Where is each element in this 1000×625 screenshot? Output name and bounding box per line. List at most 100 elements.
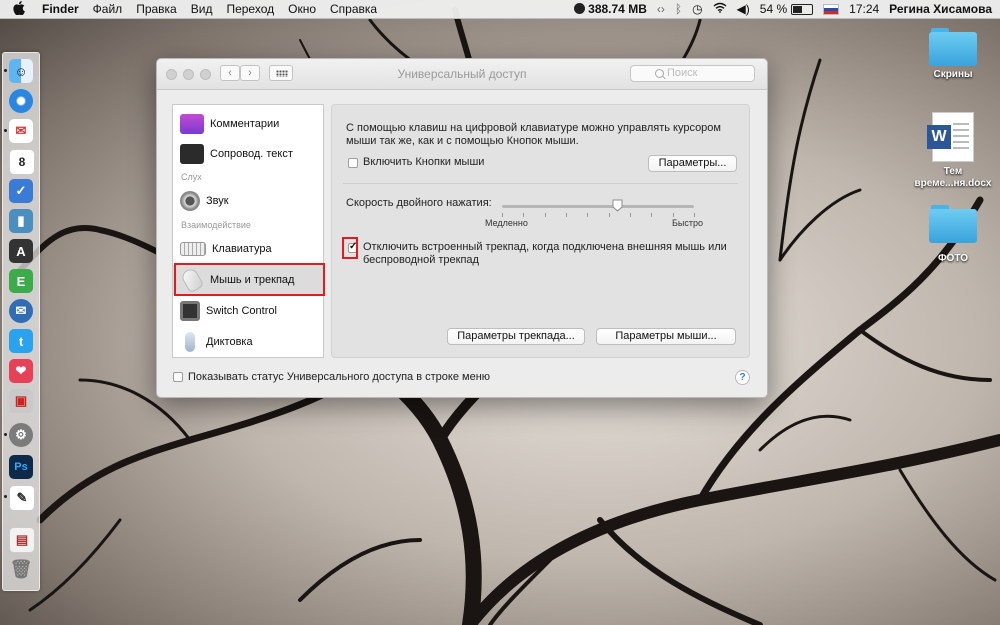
reminders-icon[interactable]: ✓ (9, 179, 33, 203)
mouse-keys-checkbox[interactable] (348, 158, 358, 168)
switch-control-icon (180, 301, 200, 321)
sidebar-item-keyboard[interactable]: Клавиатура (173, 234, 323, 264)
pages-icon[interactable]: ▤ (9, 527, 35, 553)
status-in-menu-bar-label: Показывать статус Универсального доступа… (188, 371, 491, 383)
calendar-icon[interactable]: 8 (9, 149, 35, 175)
preview-icon[interactable]: ▣ (9, 389, 33, 413)
battery-percent[interactable]: 54 % (760, 2, 787, 16)
slider-tick (694, 213, 695, 217)
accessibility-preferences-window: ‹ › Универсальный доступ Поиск Комментар… (156, 58, 768, 398)
desktop-word-document[interactable]: W Тем време...ня.docx (908, 112, 998, 190)
slider-tick (523, 213, 524, 217)
apple-icon[interactable] (13, 0, 27, 18)
menu-help[interactable]: Справка (330, 2, 377, 16)
trash-icon[interactable]: 🗑 (9, 557, 33, 581)
menu-window[interactable]: Окно (288, 2, 316, 16)
slider-min-label: Медленно (485, 218, 528, 228)
sidebar-item-comments[interactable]: Комментарии (173, 109, 323, 139)
trackpad-options-button[interactable]: Параметры трекпада... (447, 328, 585, 345)
ignore-builtin-trackpad-label: Отключить встроенный трекпад, когда подк… (363, 241, 727, 266)
sidebar-group-hearing: Слух (181, 172, 202, 182)
folder-icon (929, 28, 977, 66)
system-preferences-icon[interactable]: ⚙ (9, 423, 33, 447)
highlight-trackpad-checkbox (342, 237, 358, 259)
input-source-flag-icon[interactable] (823, 3, 840, 15)
memory-clean-icon (574, 3, 586, 14)
window-titlebar[interactable]: ‹ › Универсальный доступ Поиск (157, 59, 767, 90)
mail-icon[interactable]: ✉ (9, 119, 33, 143)
mouse-keys-description: С помощью клавиш на цифровой клавиатуре … (346, 122, 721, 147)
twitter-icon[interactable]: t (9, 329, 33, 353)
slider-tick (545, 213, 546, 217)
pocket-icon[interactable]: ❤ (9, 359, 33, 383)
code-brackets-icon[interactable]: ‹› (657, 2, 665, 16)
comments-icon (180, 114, 204, 134)
word-document-icon: W (927, 112, 974, 162)
sidebar-item-label: Комментарии (210, 118, 280, 130)
sidebar-group-interaction: Взаимодействие (181, 220, 251, 230)
status-area: 388.74 MB ‹› ᛒ ◷ ◀) 54 % 17:24 Регина Хи… (564, 0, 992, 18)
slider-tick (630, 213, 631, 217)
running-indicator (4, 129, 7, 132)
captions-icon (180, 144, 204, 164)
slider-tick (673, 213, 674, 217)
mouse-options-button[interactable]: Параметры мыши... (596, 328, 736, 345)
slider-max-label: Быстро (672, 218, 704, 228)
menu-finder[interactable]: Finder (42, 2, 79, 16)
sidebar-item-label: Сопровод. текст (210, 148, 293, 160)
slider-tick (566, 213, 567, 217)
microphone-icon (185, 332, 195, 352)
thunderbird-icon[interactable]: ✉ (9, 299, 33, 323)
sidebar: Комментарии Сопровод. текст Слух Звук Вз… (172, 104, 324, 358)
dock: ☺ ✉ 8 ✓ ▮ A E ✉ t ❤ ▣ ⚙ Ps ✎ ▤ 🗑 (2, 52, 40, 591)
speaker-icon (180, 191, 200, 211)
running-indicator (4, 433, 7, 436)
slider-tick (502, 213, 503, 217)
mouse-keys-label: Включить Кнопки мыши (363, 156, 485, 168)
mouse-trackpad-pane: С помощью клавиш на цифровой клавиатуре … (331, 104, 750, 358)
sidebar-item-label: Звук (206, 195, 229, 207)
double-click-speed-slider[interactable] (502, 205, 694, 208)
sidebar-item-switch-control[interactable]: Switch Control (173, 296, 323, 326)
slider-thumb[interactable] (612, 199, 623, 212)
help-button[interactable]: ? (735, 370, 750, 385)
search-placeholder: Поиск (667, 67, 698, 79)
double-click-speed-label: Скорость двойного нажатия: (346, 197, 492, 209)
slider-tick (609, 213, 610, 217)
battery-icon (791, 3, 814, 15)
time-machine-icon[interactable]: ◷ (692, 2, 702, 16)
search-field[interactable]: Поиск (630, 65, 755, 82)
menu-edit[interactable]: Правка (136, 2, 177, 16)
volume-icon[interactable]: ◀) (737, 2, 750, 16)
sidebar-item-label: Switch Control (206, 305, 277, 317)
sidebar-item-captions[interactable]: Сопровод. текст (173, 139, 323, 169)
divider (343, 183, 738, 184)
status-in-menu-bar-checkbox[interactable] (173, 372, 183, 382)
memory-status[interactable]: 388.74 MB (574, 2, 647, 16)
wifi-icon[interactable] (713, 2, 727, 16)
bluetooth-icon[interactable]: ᛒ (675, 2, 682, 16)
slider-tick (587, 213, 588, 217)
user-name[interactable]: Регина Хисамова (889, 2, 992, 16)
desktop-folder-photo[interactable]: ФОТО (908, 205, 998, 265)
keyboard-icon (180, 242, 206, 256)
sidebar-item-audio[interactable]: Звук (173, 186, 323, 216)
safari-icon[interactable] (9, 89, 33, 113)
font-book-icon[interactable]: A (9, 239, 33, 263)
running-indicator (4, 495, 7, 498)
sidebar-item-label: Диктовка (206, 336, 253, 348)
mouse-keys-options-button[interactable]: Параметры... (648, 155, 737, 172)
dictionary-icon[interactable]: ▮ (9, 209, 33, 233)
folder-icon (929, 205, 977, 243)
finder-icon[interactable]: ☺ (9, 59, 33, 83)
menu-go[interactable]: Переход (226, 2, 274, 16)
evernote-icon[interactable]: E (9, 269, 33, 293)
menu-file[interactable]: Файл (93, 2, 123, 16)
clock[interactable]: 17:24 (849, 2, 879, 16)
menu-view[interactable]: Вид (191, 2, 213, 16)
desktop-folder-screens[interactable]: Скрины (908, 28, 998, 81)
photoshop-icon[interactable]: Ps (9, 455, 33, 479)
menu-bar: Finder Файл Правка Вид Переход Окно Спра… (0, 0, 1000, 19)
textedit-icon[interactable]: ✎ (9, 485, 35, 511)
sidebar-item-dictation[interactable]: Диктовка (173, 327, 323, 357)
